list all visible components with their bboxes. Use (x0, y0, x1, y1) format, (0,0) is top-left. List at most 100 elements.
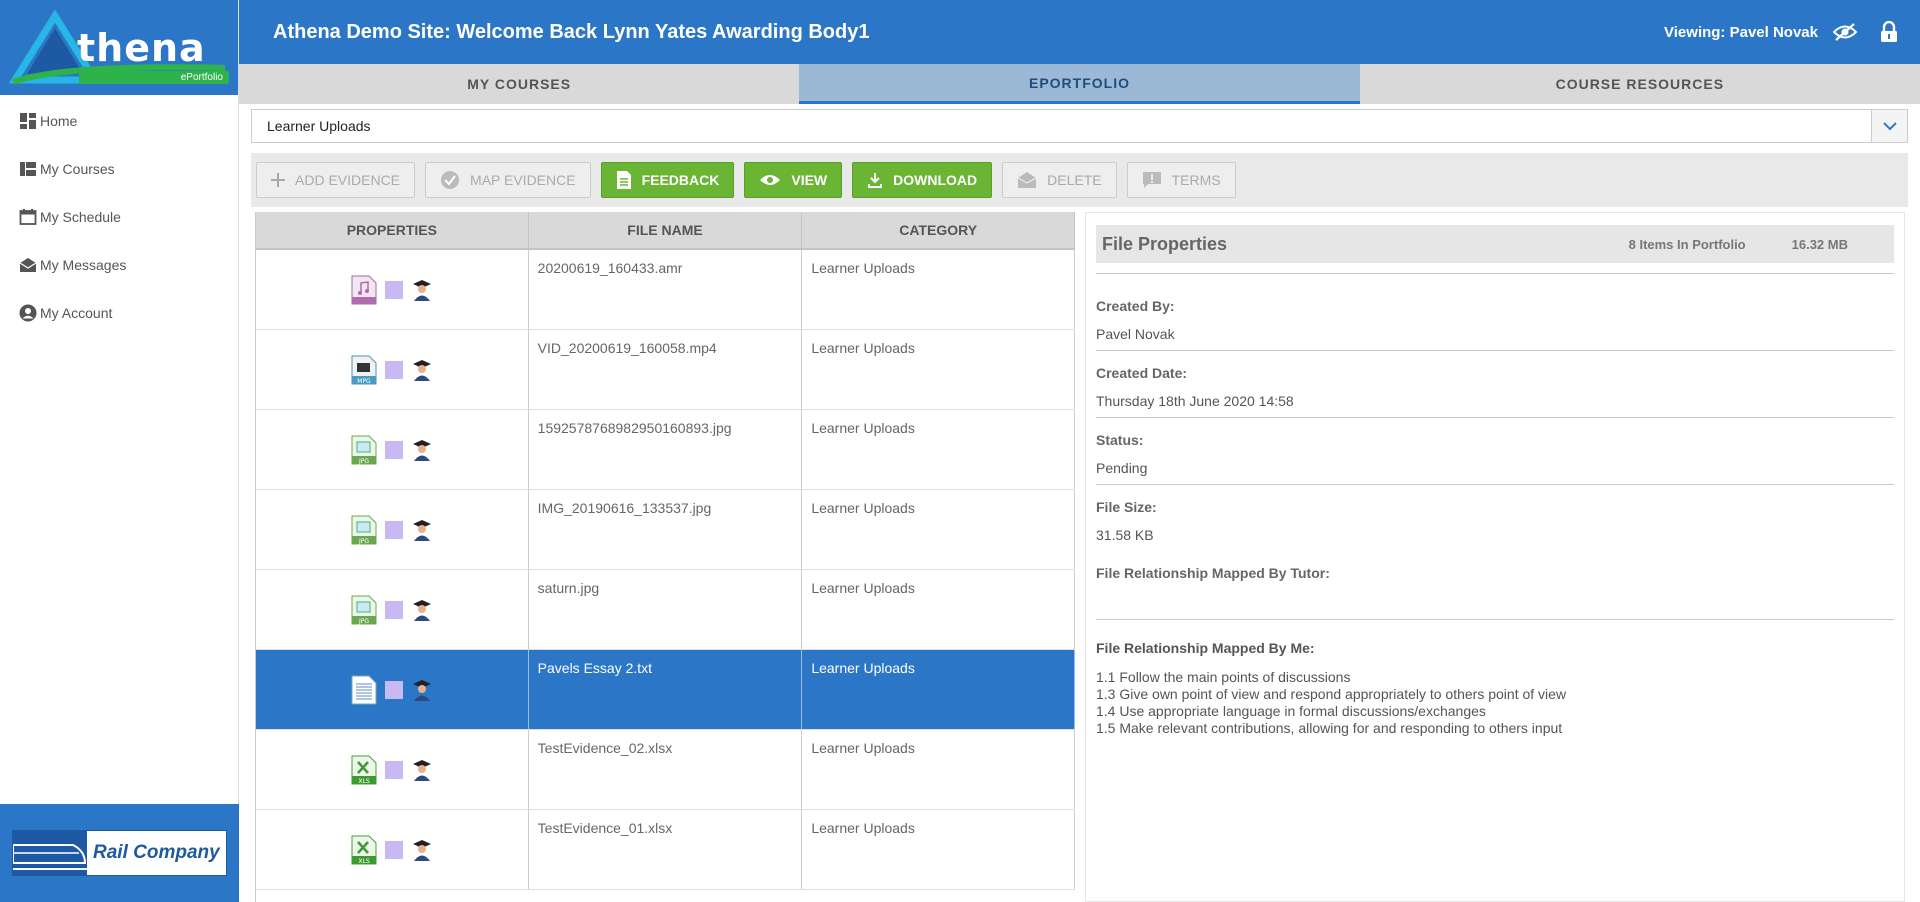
comment-alert-icon (1142, 171, 1162, 189)
sidebar-footer: Rail Company (0, 804, 239, 902)
file-name-cell: TestEvidence_02.xlsx (529, 730, 803, 809)
category-cell: Learner Uploads (802, 410, 1075, 489)
table-row[interactable]: JPG IMG_20190616_133537.jpg Learner Uplo… (256, 490, 1075, 570)
account-icon (18, 303, 38, 323)
lock-icon[interactable] (1876, 19, 1902, 45)
mapped-by-me-label: File Relationship Mapped By Me: (1096, 640, 1315, 656)
file-size-label: File Size: (1096, 499, 1157, 515)
properties-cell: MPG (256, 330, 529, 409)
properties-cell: XLS (256, 810, 529, 889)
excel-file-icon: XLS (351, 755, 377, 785)
athena-logo[interactable]: thena ePortfolio (0, 0, 238, 95)
tab-my-courses[interactable]: MY COURSES (239, 64, 799, 104)
map-evidence-label: MAP EVIDENCE (470, 172, 576, 188)
file-name-cell: Pavels Essay 2.txt (529, 650, 803, 729)
table-header: PROPERTIES FILE NAME CATEGORY (256, 212, 1075, 250)
eye-icon (759, 173, 781, 187)
sidebar-item-label: Home (40, 113, 78, 129)
graduate-icon (411, 518, 433, 542)
column-header-file-name[interactable]: FILE NAME (529, 212, 803, 248)
column-header-properties[interactable]: PROPERTIES (256, 212, 529, 248)
eye-slash-icon[interactable] (1832, 19, 1858, 45)
category-cell: Learner Uploads (802, 810, 1075, 889)
train-icon (13, 831, 87, 875)
table-row[interactable]: XLS TestEvidence_01.xlsx Learner Uploads (256, 810, 1075, 890)
add-evidence-button[interactable]: ADD EVIDENCE (256, 162, 416, 198)
status-square-icon (384, 600, 403, 619)
status-square-icon (384, 520, 403, 539)
svg-text:XLS: XLS (358, 858, 369, 865)
status-value: Pending (1096, 460, 1148, 476)
file-properties-panel: File Properties 8 Items In Portfolio 16.… (1085, 212, 1905, 902)
terms-button[interactable]: TERMS (1126, 162, 1236, 198)
download-button[interactable]: DOWNLOAD (852, 162, 993, 198)
created-by-value: Pavel Novak (1096, 326, 1175, 342)
mapped-criterion: 1.5 Make relevant contributions, allowin… (1096, 720, 1563, 736)
graduate-icon (411, 278, 433, 302)
table-row[interactable]: XLS TestEvidence_02.xlsx Learner Uploads (256, 730, 1075, 810)
sidebar-item-my-courses[interactable]: My Courses (0, 145, 238, 193)
svg-text:JPG: JPG (358, 538, 369, 545)
graduate-icon (411, 598, 433, 622)
table-row[interactable]: 20200619_160433.amr Learner Uploads (256, 250, 1075, 330)
dashboard-icon (18, 111, 38, 131)
action-toolbar: ADD EVIDENCE MAP EVIDENCE FEEDBACK VIEW … (251, 153, 1908, 207)
properties-cell: JPG (256, 570, 529, 649)
properties-cell: JPG (256, 490, 529, 569)
video-file-icon: MPG (351, 355, 377, 385)
graduate-icon (411, 438, 433, 462)
table-row[interactable]: JPG saturn.jpg Learner Uploads (256, 570, 1075, 650)
image-file-icon: JPG (351, 595, 377, 625)
category-cell: Learner Uploads (802, 330, 1075, 409)
mapped-by-tutor-section: File Relationship Mapped By Tutor: (1096, 551, 1894, 620)
delete-button[interactable]: DELETE (1002, 162, 1117, 198)
mapped-by-tutor-label: File Relationship Mapped By Tutor: (1096, 565, 1330, 581)
table-row[interactable]: JPG 1592578768982950160893.jpg Learner U… (256, 410, 1075, 490)
chevron-down-icon[interactable] (1871, 110, 1907, 142)
sidebar-item-my-schedule[interactable]: My Schedule (0, 193, 238, 241)
created-by-label: Created By: (1096, 298, 1175, 314)
mapped-criterion: 1.3 Give own point of view and respond a… (1096, 686, 1567, 702)
properties-cell (256, 650, 529, 729)
sidebar-item-my-account[interactable]: My Account (0, 289, 238, 337)
svg-text:JPG: JPG (358, 458, 369, 465)
viewing-user: Viewing: Pavel Novak (1664, 23, 1818, 41)
category-select[interactable]: Learner Uploads (251, 109, 1908, 143)
portfolio-items-count: 8 Items In Portfolio (1628, 236, 1746, 252)
created-date-value: Thursday 18th June 2020 14:58 (1096, 393, 1294, 409)
mapped-criterion: 1.4 Use appropriate language in formal d… (1096, 703, 1486, 719)
file-name-cell: saturn.jpg (529, 570, 803, 649)
status-square-icon (384, 760, 403, 779)
sidebar-item-label: My Schedule (40, 209, 121, 225)
check-circle-icon (440, 170, 460, 190)
view-button[interactable]: VIEW (744, 162, 843, 198)
image-file-icon: JPG (351, 515, 377, 545)
properties-cell (256, 250, 529, 329)
download-icon (867, 172, 883, 188)
svg-text:XLS: XLS (358, 778, 369, 785)
sidebar: thena ePortfolio Home My Courses My Sche… (0, 0, 239, 902)
graduate-icon (411, 758, 433, 782)
sidebar-item-label: My Messages (40, 257, 127, 273)
page-title: Athena Demo Site: Welcome Back Lynn Yate… (273, 20, 870, 43)
tab-course-resources[interactable]: COURSE RESOURCES (1360, 64, 1920, 104)
table-row-selected[interactable]: Pavels Essay 2.txt Learner Uploads (256, 650, 1075, 730)
sidebar-item-home[interactable]: Home (0, 97, 238, 145)
status-label: Status: (1096, 432, 1144, 448)
download-label: DOWNLOAD (893, 172, 978, 188)
column-header-category[interactable]: CATEGORY (802, 212, 1075, 248)
properties-cell: JPG (256, 410, 529, 489)
map-evidence-button[interactable]: MAP EVIDENCE (425, 162, 591, 198)
status-square-icon (384, 680, 403, 699)
graduate-icon (411, 358, 433, 382)
envelope-icon (18, 255, 38, 275)
sidebar-item-my-messages[interactable]: My Messages (0, 241, 238, 289)
tab-eportfolio[interactable]: EPORTFOLIO (799, 64, 1360, 104)
feedback-button[interactable]: FEEDBACK (600, 162, 735, 198)
svg-text:MPG: MPG (357, 378, 371, 385)
created-date-section: Created Date: Thursday 18th June 2020 14… (1096, 351, 1894, 418)
table-row[interactable]: MPG VID_20200619_160058.mp4 Learner Uplo… (256, 330, 1075, 410)
file-properties-header: File Properties 8 Items In Portfolio 16.… (1096, 225, 1894, 263)
category-cell: Learner Uploads (802, 570, 1075, 649)
sidebar-item-label: My Courses (40, 161, 115, 177)
